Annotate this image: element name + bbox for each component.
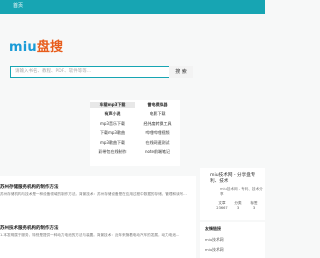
stat-value: 23667	[216, 206, 228, 210]
hot-search-item[interactable]: 彩带包在线制作	[90, 149, 135, 155]
profile-subtitle: miu技术网 - 专利、技术分享	[220, 187, 263, 196]
site-logo[interactable]: miu盘搜	[9, 36, 63, 55]
hot-search-row: mp3歌曲下载 在线网速测试	[90, 138, 180, 148]
hot-search-row: 有声小说 电影下载	[90, 110, 180, 120]
article-title[interactable]: 苏州存储服务机构的制作方法	[0, 184, 196, 190]
hot-search-item[interactable]: mp3歌曲下载	[90, 140, 135, 146]
stat-tags: 标签 3	[246, 201, 262, 211]
hot-search-row: mp3音乐下载 经纬度转换工具	[90, 119, 180, 129]
hot-search-row: 下载mp3歌曲 哔哩哔哩视频	[90, 129, 180, 139]
friend-links-title: 友情链接	[205, 226, 221, 231]
home-link[interactable]: 首页	[13, 2, 23, 9]
search-input[interactable]: 请输入书名、教程、PDF、软件等等…	[10, 66, 170, 78]
hot-search-table: 车载mp3下载 雷电模拟器 有声小说 电影下载 mp3音乐下载 经纬度转换工具 …	[90, 100, 180, 157]
hot-search-row: 彩带包在线制作 note前端笔记	[90, 148, 180, 158]
hot-search-item[interactable]: 雷电模拟器	[135, 102, 180, 108]
search-button[interactable]: 搜 索	[169, 66, 193, 78]
logo-chinese: 盘搜	[36, 40, 64, 55]
hot-search-item[interactable]: 经纬度转换工具	[135, 121, 180, 127]
hot-search-item[interactable]: 在线网速测试	[135, 140, 180, 146]
search-bar: 请输入书名、教程、PDF、软件等等… 搜 索	[10, 66, 255, 78]
hot-search-panel: 车载mp3下载 雷电模拟器 有声小说 电影下载 mp3音乐下载 经纬度转换工具 …	[90, 100, 180, 166]
hot-search-item[interactable]: mp3音乐下载	[90, 121, 135, 127]
stat-value: 3	[236, 206, 240, 210]
stat-articles: 文章 23667	[214, 201, 230, 211]
article-list: 苏州存储服务机构的制作方法 苏州存储机构与技术是一种设备领域的制作方法。背景技术…	[0, 176, 196, 258]
profile-stats: 文章 23667 分类 3 标签 3	[214, 201, 262, 211]
article-excerpt: 苏州存储机构与技术是一种设备领域的制作方法。背景技术：苏州存储设备是在应用过程中…	[0, 192, 187, 196]
top-navigation-bar: 首页	[0, 0, 265, 14]
stat-categories: 分类 3	[230, 201, 246, 211]
friend-link[interactable]: miu技术网	[205, 237, 224, 243]
profile-title: miu技术网 - 分享盘专利、技术	[210, 173, 256, 184]
stat-value: 3	[252, 206, 256, 210]
friend-links-card: 友情链接 miu技术网 miu技术网	[200, 222, 265, 258]
hot-search-item[interactable]: 电影下载	[135, 111, 180, 117]
hot-search-item[interactable]: 车载mp3下载	[90, 101, 135, 108]
logo-latin: miu	[9, 40, 37, 55]
hot-search-item[interactable]: 有声小说	[90, 111, 135, 117]
article-title[interactable]: 苏州技术服务机构的制作方法	[0, 225, 196, 231]
hot-search-item[interactable]: 下载mp3歌曲	[90, 130, 135, 136]
hot-search-item[interactable]: note前端笔记	[135, 149, 180, 155]
hot-search-row: 车载mp3下载 雷电模拟器	[90, 100, 180, 110]
article-excerpt: 1.本发明属于服务，特别是提供一种动力电池的方法与装置。背景技术：近年来随着电动…	[0, 233, 180, 237]
hot-search-item[interactable]: 哔哩哔哩视频	[135, 130, 180, 136]
site-profile-card: miu技术网 - 分享盘专利、技术 miu技术网 - 专利、技术分享 文章 23…	[200, 168, 265, 220]
friend-link[interactable]: miu技术网	[205, 247, 224, 253]
